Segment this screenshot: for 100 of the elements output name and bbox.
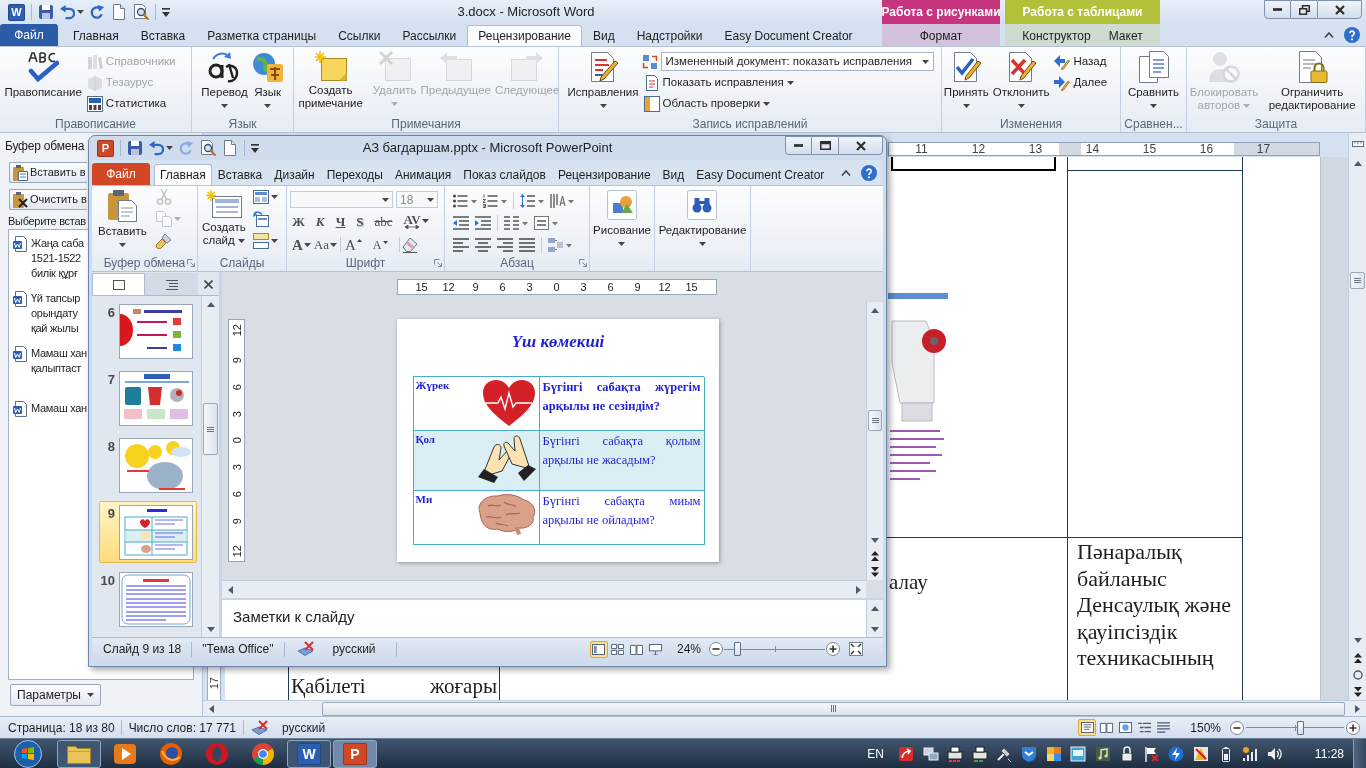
format-button[interactable]: К [313, 211, 334, 232]
align-text-icon[interactable] [534, 216, 558, 230]
ribbon-button[interactable]: Вставить [97, 186, 148, 255]
chevron-up-icon[interactable] [841, 169, 851, 176]
clock[interactable]: 11:28 [1314, 744, 1344, 763]
format-button[interactable]: S [354, 211, 373, 232]
indent-decrease-icon[interactable] [453, 216, 469, 230]
monitors-icon[interactable] [922, 745, 939, 762]
ribbon-button[interactable]: Редактирование [658, 186, 747, 271]
ribbon-tab[interactable]: Показ слайдов [457, 164, 552, 185]
slides-tab[interactable] [92, 273, 145, 295]
slider-thumb[interactable] [734, 642, 742, 656]
ribbon-tab[interactable]: Анимация [388, 164, 458, 185]
ribbon-tab[interactable]: Конструктор [1013, 25, 1100, 46]
ribbon-tab[interactable]: Переходы [320, 164, 389, 185]
powerpoint-logo-icon[interactable]: P [343, 742, 367, 765]
print-preview-icon[interactable] [200, 140, 216, 156]
ribbon-button[interactable]: Создать примечание [291, 47, 370, 116]
page-icon[interactable] [222, 140, 238, 156]
word-logo-icon[interactable]: W [297, 742, 321, 765]
bullet-list-icon[interactable] [453, 194, 477, 208]
taskbar-app[interactable]: W [287, 739, 331, 768]
arrow-square-icon[interactable] [897, 745, 914, 762]
spellcheck-icon[interactable] [251, 719, 270, 736]
minimize-button[interactable] [1264, 0, 1291, 19]
zoom-out-icon[interactable] [709, 642, 723, 656]
start-orb-icon[interactable] [14, 739, 42, 768]
show-desktop-button[interactable] [1353, 739, 1366, 768]
dialog-launcher-icon[interactable] [579, 259, 587, 267]
ribbon-button[interactable]: Отклонить [991, 47, 1051, 116]
ribbon-button[interactable]: Рисование [593, 186, 651, 271]
ribbon-tab[interactable]: Вид [581, 25, 626, 46]
eraser-icon[interactable] [401, 236, 418, 253]
ribbon-tab[interactable]: Макет [1099, 25, 1152, 46]
tiles-icon[interactable] [1045, 745, 1062, 762]
warning-icon[interactable] [1193, 745, 1210, 762]
zoom-slider[interactable] [1246, 720, 1344, 735]
scrollbar-thumb[interactable] [1350, 272, 1365, 289]
outline-tab[interactable] [145, 273, 198, 295]
ribbon-button[interactable]: Статистика [84, 93, 188, 114]
customize-caret-icon[interactable] [251, 143, 259, 153]
ribbon-button[interactable] [250, 230, 280, 252]
ribbon-tab[interactable]: Разметка страницы [196, 25, 328, 46]
slide-list-item[interactable]: 8 [99, 434, 197, 496]
align-right-icon[interactable] [497, 238, 513, 252]
format-button[interactable]: Ч [333, 211, 355, 232]
flag-icon[interactable] [1143, 745, 1160, 762]
view-button[interactable] [1078, 719, 1097, 736]
word-logo-icon[interactable]: W [8, 3, 25, 21]
ribbon-tab[interactable]: Рассылки [391, 25, 468, 46]
options-button[interactable]: Параметры [10, 684, 101, 706]
maximize-button[interactable] [812, 136, 838, 155]
customize-caret-icon[interactable] [162, 7, 170, 17]
scrollbar-thumb[interactable] [322, 701, 1345, 716]
ribbon-tab[interactable]: Главная [62, 25, 130, 46]
ribbon-button[interactable]: Назад [1052, 51, 1120, 72]
page-icon[interactable] [111, 4, 127, 20]
notes-field[interactable]: Заметки к слайду [222, 600, 866, 637]
slide-list-item[interactable]: 7 [99, 367, 197, 429]
restore-button[interactable] [1291, 0, 1317, 19]
powerpoint-logo-icon[interactable]: P [97, 139, 114, 157]
dialog-launcher-icon[interactable] [434, 259, 442, 267]
language-indicator[interactable]: EN [867, 744, 884, 763]
redo-icon[interactable] [90, 4, 105, 20]
taskbar-app[interactable]: P [333, 739, 377, 768]
slide-list-item[interactable]: 6 [99, 300, 197, 362]
dropdown-field[interactable]: Измененный документ: показать исправления [660, 52, 934, 71]
font-name-field[interactable] [290, 191, 393, 208]
ribbon-button[interactable]: Далее [1052, 72, 1120, 93]
indent-increase-icon[interactable] [475, 216, 491, 230]
clipboard-item[interactable]: Мамаш хан қалыптаст [9, 346, 87, 376]
help-icon[interactable] [1344, 27, 1360, 43]
align-left-icon[interactable] [453, 238, 469, 252]
ribbon-tab[interactable]: Главная [154, 164, 212, 185]
pane-button[interactable]: Очистить в [9, 189, 87, 210]
display-icon[interactable] [1070, 745, 1087, 762]
view-button[interactable] [1154, 719, 1173, 736]
close-button[interactable] [1317, 0, 1362, 19]
undo-icon[interactable] [149, 140, 164, 156]
help-icon[interactable] [861, 164, 877, 181]
ribbon-button[interactable]: Показать исправления [641, 72, 934, 93]
minimize-button[interactable] [785, 136, 812, 155]
align-center-icon[interactable] [475, 238, 491, 252]
clipboard-item[interactable]: Үй тапсыр орындату қай жылы [9, 291, 81, 336]
slide-list-item[interactable]: 10 [99, 568, 197, 630]
file-tab[interactable]: Файл [0, 24, 58, 46]
ribbon-tab[interactable]: Надстройки [625, 25, 714, 46]
ribbon-button[interactable]: Сравнить [1126, 47, 1181, 116]
smartart-icon[interactable] [548, 238, 572, 252]
pane-button[interactable]: Вставить в [9, 162, 87, 183]
ribbon-button[interactable]: Перевод [200, 47, 249, 116]
scrollbar-thumb[interactable] [203, 403, 218, 455]
music-icon[interactable] [1094, 745, 1111, 762]
ribbon-tab[interactable]: Рецензирование [467, 25, 582, 46]
ribbon-tab[interactable]: Формат [910, 25, 972, 46]
printer-icon[interactable] [971, 745, 988, 762]
ribbon-button[interactable]: Принять [942, 47, 990, 116]
view-button[interactable] [1116, 719, 1135, 736]
ribbon-tab[interactable]: Easy Document Creator [690, 164, 831, 185]
zoom-slider[interactable] [724, 642, 825, 656]
